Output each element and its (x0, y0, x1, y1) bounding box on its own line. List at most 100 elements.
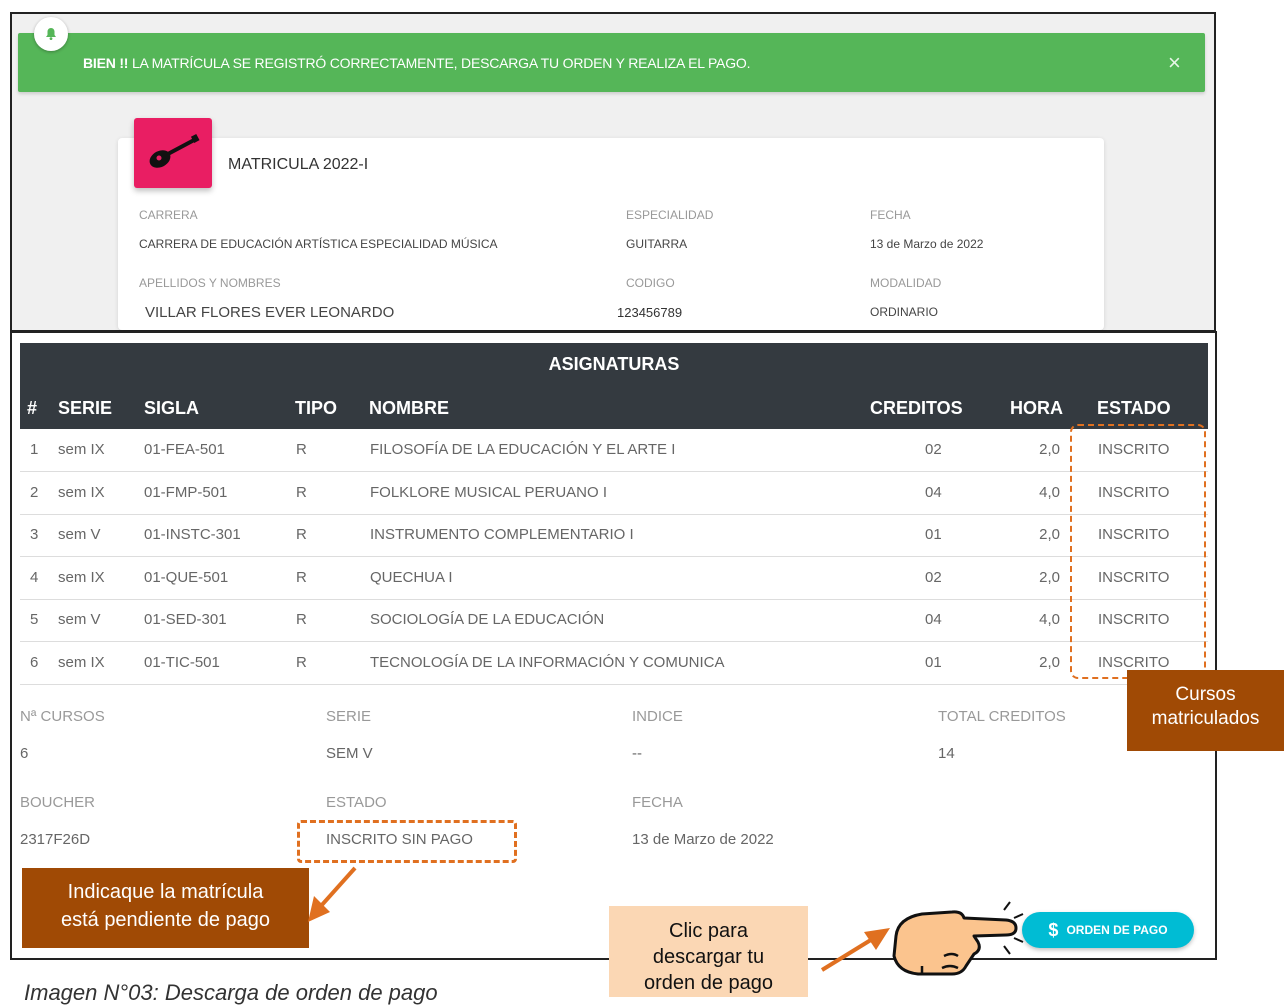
row-nombre: INSTRUMENTO COMPLEMENTARIO I (370, 526, 634, 544)
row-number: 3 (30, 526, 39, 544)
annotation-clic-line2: descargar tu (652, 946, 765, 968)
estado-highlight (1070, 424, 1206, 679)
guitar-icon (134, 118, 212, 188)
especialidad-value: GUITARRA (626, 237, 688, 251)
header-sigla: SIGLA (144, 398, 200, 418)
row-hora: 4,0 (1039, 483, 1060, 501)
close-icon[interactable]: × (1168, 50, 1181, 76)
row-serie: sem IX (58, 654, 105, 671)
row-tipo: R (296, 441, 307, 458)
row-sigla: 01-TIC-501 (144, 654, 220, 671)
row-serie: sem V (58, 526, 101, 544)
row-number: 1 (30, 441, 39, 458)
annotation-clic-line1: Clic para (669, 920, 748, 942)
alert-message: BIEN !! LA MATRÍCULA SE REGISTRÓ CORRECT… (83, 55, 750, 71)
estado-pago-highlight (297, 820, 517, 863)
row-tipo: R (296, 526, 307, 544)
row-nombre: TECNOLOGÍA DE LA INFORMACIÓN Y COMUNICA (370, 654, 725, 671)
row-hora: 2,0 (1039, 441, 1060, 458)
row-creditos: 02 (925, 568, 942, 586)
modalidad-label: MODALIDAD (870, 276, 942, 290)
annotation-pendiente: Indicaque la matrícula está pendiente de… (22, 868, 309, 948)
row-hora: 2,0 (1039, 568, 1060, 586)
fecha-summary-label: FECHA (632, 794, 683, 811)
header-creditos: CREDITOS (870, 398, 963, 418)
fecha-value: 13 de Marzo de 2022 (870, 237, 984, 251)
carrera-label: CARRERA (139, 208, 198, 222)
annotation-clic-line3: orden de pago (643, 972, 773, 994)
annotation-clic: Clic para descargar tu orden de pago (609, 906, 808, 997)
row-nombre: FOLKLORE MUSICAL PERUANO I (370, 483, 607, 501)
row-tipo: R (296, 568, 307, 586)
annotation-cursos-line2: matriculados (1151, 708, 1260, 729)
table-row: 5 sem V 01-SED-301 R SOCIOLOGÍA DE LA EDUCAC… (20, 599, 1208, 643)
especialidad-label: ESPECIALIDAD (626, 208, 714, 222)
row-tipo: R (296, 483, 307, 501)
row-sigla: 01-FMP-501 (144, 483, 228, 501)
table-row: 4 sem IX 01-QUE-501 R QUECHUA I 02 2,0 INSCRITO (20, 557, 1208, 600)
cursos-label: Nª CURSOS (20, 708, 105, 725)
table-header: ASIGNATURAS # SERIE SIGLA TIPO NOMBRE CR… (20, 343, 1208, 429)
header-estado: ESTADO (1097, 398, 1171, 418)
serie-label: SERIE (326, 708, 372, 725)
dollar-icon: $ (1048, 919, 1059, 940)
row-creditos: 02 (925, 441, 942, 458)
bell-icon (34, 17, 68, 51)
cursos-value: 6 (20, 745, 29, 762)
row-creditos: 01 (925, 654, 942, 671)
header-serie: SERIE (58, 398, 113, 418)
row-serie: sem IX (58, 568, 105, 586)
table-row: 6 sem IX 01-TIC-501 R TECNOLOGÍA DE LA INFOR… (20, 642, 1208, 685)
annotation-cursos-line1: Cursos (1175, 684, 1236, 705)
row-creditos: 04 (925, 611, 942, 629)
indice-value: -- (632, 745, 642, 762)
row-serie: sem V (58, 611, 101, 629)
header-tipo: TIPO (295, 398, 338, 418)
row-number: 6 (30, 654, 39, 671)
annotation-cursos: Cursos matriculados (1127, 670, 1284, 751)
total-creditos-value: 14 (938, 745, 955, 762)
apellidos-clip: VILLAR FLORES EVER LEONARDO (139, 304, 599, 319)
table-row: 1 sem IX 01-FEA-501 R FILOSOFÍA DE LA EDUCAC… (20, 429, 1208, 472)
orden-de-pago-label: ORDEN DE PAGO (1066, 923, 1168, 937)
table-title: ASIGNATURAS (548, 354, 680, 374)
pointing-hand-icon (892, 901, 1024, 976)
boucher-label: BOUCHER (20, 794, 96, 811)
serie-value: SEM V (326, 745, 373, 762)
carrera-value: CARRERA DE EDUCACIÓN ARTÍSTICA ESPECIALI… (139, 237, 498, 251)
row-number: 2 (30, 483, 39, 501)
indice-label: INDICE (632, 708, 683, 725)
card-title: MATRICULA 2022-I (228, 156, 369, 173)
orden-de-pago-button[interactable]: $ ORDEN DE PAGO (1022, 912, 1194, 948)
row-hora: 4,0 (1039, 611, 1060, 629)
row-tipo: R (296, 611, 307, 629)
annotation-pendiente-line1: Indicaque la matrícula (67, 881, 264, 903)
fecha-summary-value: 13 de Marzo de 2022 (632, 831, 774, 848)
row-tipo: R (296, 654, 307, 671)
boucher-value: 2317F26D (20, 831, 91, 848)
header-nombre: NOMBRE (369, 398, 449, 418)
modalidad-value: ORDINARIO (870, 305, 939, 319)
success-alert: BIEN !! LA MATRÍCULA SE REGISTRÓ CORRECT… (18, 33, 1205, 92)
table-row: 3 sem V 01-INSTC-301 R INSTRUMENTO COMPLEMEN… (20, 514, 1208, 558)
header-hora: HORA (1010, 398, 1063, 418)
alert-text: LA MATRÍCULA SE REGISTRÓ CORRECTAMENTE, … (128, 55, 751, 71)
estado-label: ESTADO (326, 794, 387, 811)
row-hora: 2,0 (1039, 526, 1060, 544)
row-nombre: FILOSOFÍA DE LA EDUCACIÓN Y EL ARTE I (370, 441, 676, 458)
row-sigla: 01-SED-301 (144, 611, 227, 629)
fecha-label: FECHA (870, 208, 911, 222)
row-number: 4 (30, 568, 39, 586)
codigo-label: CODIGO (626, 276, 675, 290)
figure-caption: Imagen N°03: Descarga de orden de pago (24, 980, 438, 1005)
row-serie: sem IX (58, 483, 105, 501)
codigo-value: 123456789 (617, 305, 683, 320)
total-creditos-label: TOTAL CREDITOS (938, 708, 1066, 725)
row-number: 5 (30, 611, 39, 629)
apellidos-label: APELLIDOS Y NOMBRES (139, 276, 281, 290)
arrow-to-estado (308, 866, 357, 922)
row-sigla: 01-INSTC-301 (144, 526, 241, 544)
row-nombre: QUECHUA I (370, 568, 453, 586)
annotation-pendiente-line2: está pendiente de pago (60, 909, 271, 931)
apellidos-value: VILLAR FLORES EVER LEONARDO (145, 304, 395, 319)
